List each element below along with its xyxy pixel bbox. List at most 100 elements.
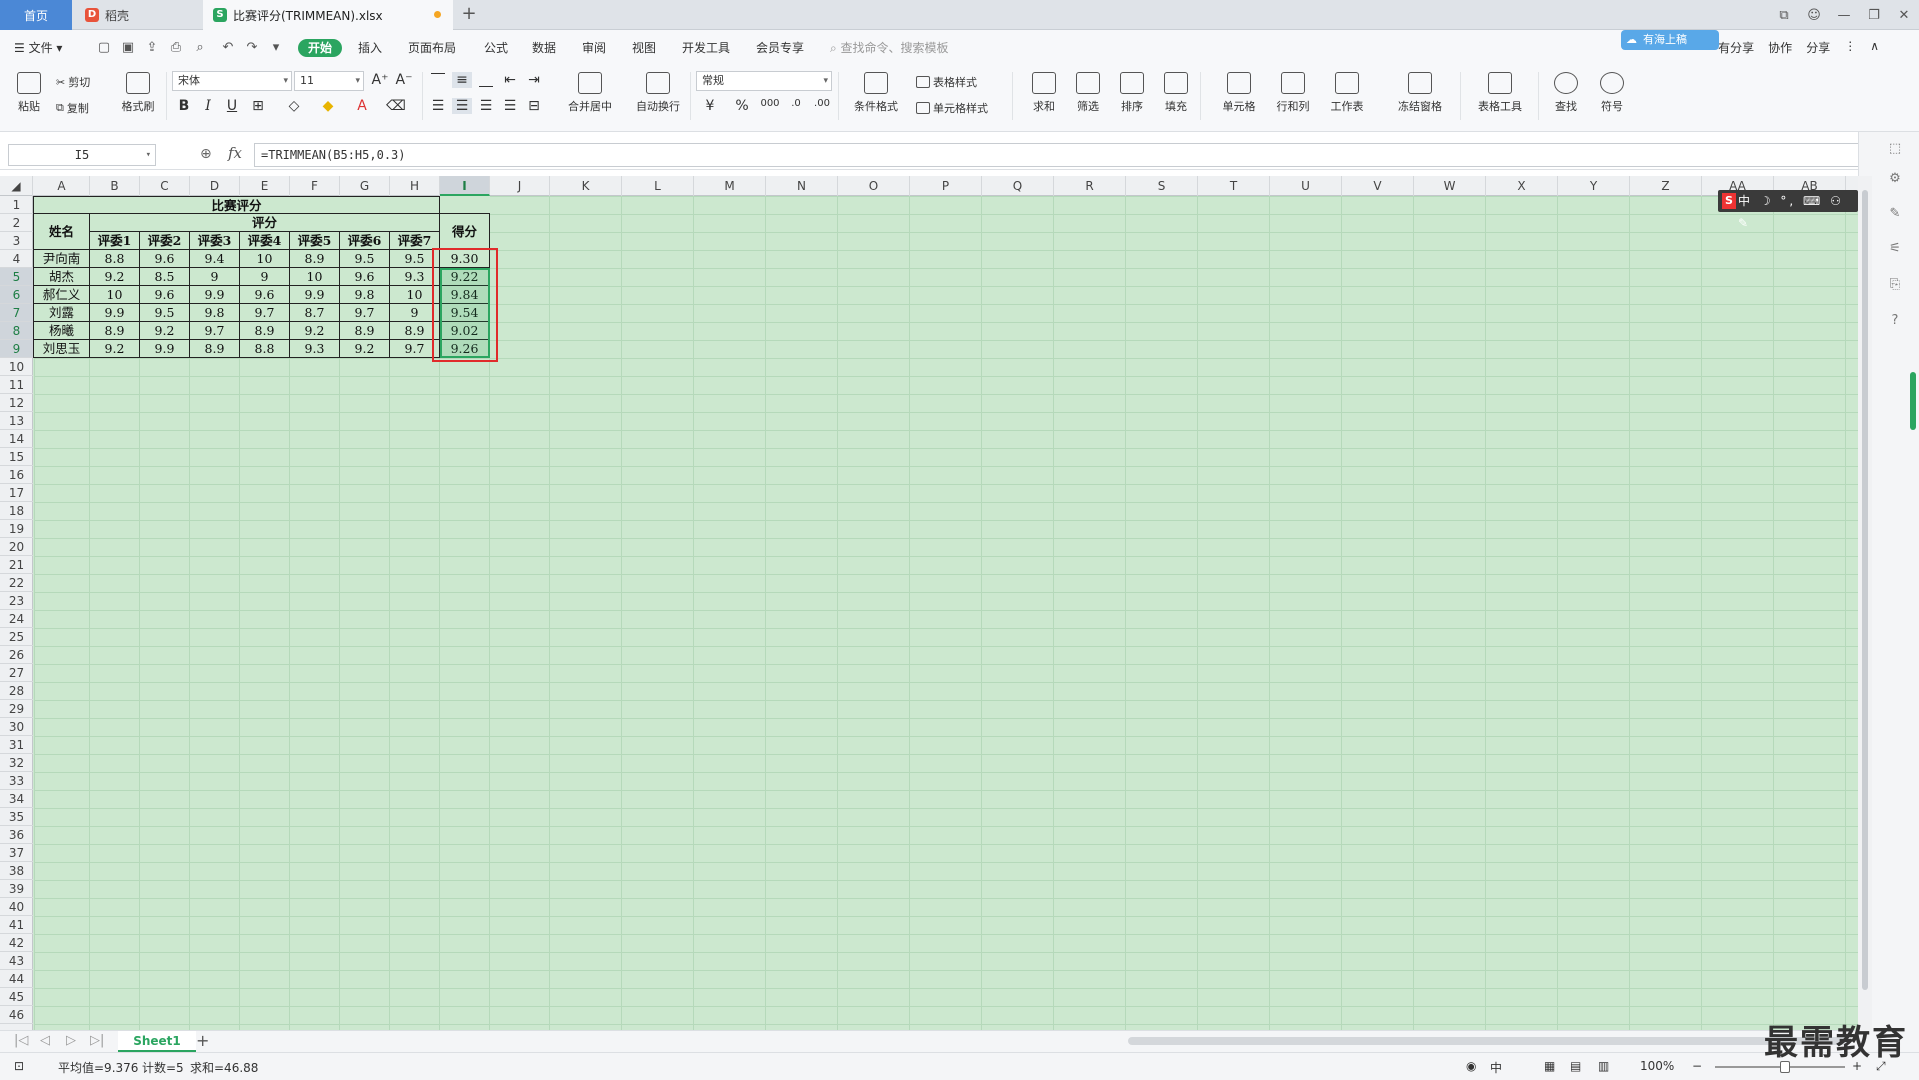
row-header-12[interactable]: 12 — [0, 394, 33, 412]
paste-button[interactable]: 粘贴 — [12, 72, 46, 114]
column-header-w[interactable]: W — [1414, 176, 1486, 196]
restore-icon[interactable]: ❐ — [1859, 8, 1889, 23]
menu-developer[interactable]: 开发工具 — [682, 39, 730, 57]
cell-i1[interactable] — [440, 196, 490, 214]
contestant-name-cell[interactable]: 刘思玉 — [34, 340, 90, 358]
row-header-45[interactable]: 45 — [0, 988, 33, 1006]
sheet-tab-sheet1[interactable]: Sheet1 — [118, 1031, 196, 1052]
zoom-formula-icon[interactable]: ⊕ — [200, 146, 212, 162]
first-sheet-icon[interactable]: |◁ — [14, 1033, 28, 1048]
table-tools-button[interactable]: 表格工具 — [1470, 72, 1530, 114]
row-header-11[interactable]: 11 — [0, 376, 33, 394]
score-cell[interactable]: 8.9 — [190, 340, 240, 358]
increase-font-icon[interactable]: A⁺ — [370, 72, 390, 88]
column-header-j[interactable]: J — [490, 176, 550, 196]
row-header-19[interactable]: 19 — [0, 520, 33, 538]
column-header-b[interactable]: B — [90, 176, 140, 196]
score-cell[interactable]: 9.6 — [140, 250, 190, 268]
row-header-29[interactable]: 29 — [0, 700, 33, 718]
row-header-18[interactable]: 18 — [0, 502, 33, 520]
row-header-40[interactable]: 40 — [0, 898, 33, 916]
judge-header-cell[interactable]: 评委2 — [140, 232, 190, 250]
row-header-16[interactable]: 16 — [0, 466, 33, 484]
row-header-27[interactable]: 27 — [0, 664, 33, 682]
add-sheet-button[interactable]: + — [196, 1031, 209, 1050]
italic-icon[interactable]: I — [198, 98, 218, 114]
score-cell[interactable]: 8.9 — [240, 322, 290, 340]
score-cell[interactable]: 9.6 — [140, 286, 190, 304]
score-cell[interactable]: 9.2 — [90, 340, 140, 358]
sum-button[interactable]: 求和 — [1026, 72, 1062, 114]
row-header-35[interactable]: 35 — [0, 808, 33, 826]
align-bottom-icon[interactable]: ⎽ — [476, 72, 496, 88]
filter-button[interactable]: 筛选 — [1070, 72, 1106, 114]
align-center-icon[interactable]: ☰ — [452, 98, 472, 114]
row-header-5[interactable]: 5 — [0, 268, 33, 286]
freeze-button[interactable]: 冻结窗格 — [1390, 72, 1450, 114]
menu-start[interactable]: 开始 — [298, 39, 343, 57]
zoom-level[interactable]: 100% — [1640, 1059, 1674, 1073]
row-header-17[interactable]: 17 — [0, 484, 33, 502]
column-header-r[interactable]: R — [1054, 176, 1126, 196]
preview-icon[interactable]: ⌕ — [192, 40, 208, 56]
file-menu[interactable]: ☰ 文件 ▾ — [14, 39, 62, 57]
row-header-26[interactable]: 26 — [0, 646, 33, 664]
decrease-font-icon[interactable]: A⁻ — [394, 72, 414, 88]
quick-access-dropdown-icon[interactable]: ▾ — [268, 40, 284, 56]
column-header-h[interactable]: H — [390, 176, 440, 196]
contestant-name-cell[interactable]: 胡杰 — [34, 268, 90, 286]
row-header-37[interactable]: 37 — [0, 844, 33, 862]
thousands-icon[interactable]: 000 — [760, 98, 780, 109]
row-header-9[interactable]: 9 — [0, 340, 33, 358]
redo-icon[interactable]: ↷ — [244, 40, 260, 56]
column-header-q[interactable]: Q — [982, 176, 1054, 196]
column-header-x[interactable]: X — [1486, 176, 1558, 196]
score-cell[interactable]: 8.8 — [90, 250, 140, 268]
score-cell[interactable]: 9.2 — [340, 340, 390, 358]
score-cell[interactable]: 9.9 — [190, 286, 240, 304]
row-header-44[interactable]: 44 — [0, 970, 33, 988]
row-header-25[interactable]: 25 — [0, 628, 33, 646]
row-header-41[interactable]: 41 — [0, 916, 33, 934]
prev-sheet-icon[interactable]: ◁ — [40, 1033, 50, 1048]
clear-format-icon[interactable]: ◇ — [284, 98, 304, 114]
judge-header-cell[interactable]: 评委4 — [240, 232, 290, 250]
underline-icon[interactable]: U — [222, 98, 242, 114]
indent-increase-icon[interactable]: ⇥ — [524, 72, 544, 88]
tab-home[interactable]: 首页 — [0, 0, 72, 30]
eye-protect-icon[interactable]: ◉ — [1466, 1059, 1476, 1073]
row-col-button[interactable]: 行和列 — [1270, 72, 1316, 114]
column-header-v[interactable]: V — [1342, 176, 1414, 196]
row-header-30[interactable]: 30 — [0, 718, 33, 736]
row-header-3[interactable]: 3 — [0, 232, 33, 250]
fill-button[interactable]: 填充 — [1158, 72, 1194, 114]
symbol-button[interactable]: 符号 — [1594, 72, 1630, 114]
judge-header-cell[interactable]: 评委6 — [340, 232, 390, 250]
find-button[interactable]: 查找 — [1548, 72, 1584, 114]
cloud-status[interactable]: 有分享 — [1718, 39, 1754, 56]
new-tab-button[interactable]: + — [458, 4, 480, 26]
column-header-g[interactable]: G — [340, 176, 390, 196]
currency-icon[interactable]: ¥ — [700, 98, 720, 114]
score-cell[interactable]: 9.9 — [90, 304, 140, 322]
collapse-ribbon-icon[interactable]: ∧ — [1870, 39, 1879, 56]
side-tools-icon[interactable]: ✎ — [1886, 205, 1904, 223]
score-cell[interactable]: 9.5 — [340, 250, 390, 268]
column-header-e[interactable]: E — [240, 176, 290, 196]
row-header-34[interactable]: 34 — [0, 790, 33, 808]
indent-decrease-icon[interactable]: ⇤ — [500, 72, 520, 88]
tab-file[interactable]: S 比赛评分(TRIMMEAN).xlsx — [203, 0, 453, 30]
menu-page-layout[interactable]: 页面布局 — [408, 39, 456, 57]
row-header-46[interactable]: 46 — [0, 1006, 33, 1024]
menu-formula[interactable]: 公式 — [484, 39, 508, 57]
contestant-name-cell[interactable]: 尹向南 — [34, 250, 90, 268]
last-sheet-icon[interactable]: ▷| — [90, 1033, 104, 1048]
column-header-k[interactable]: K — [550, 176, 622, 196]
row-header-15[interactable]: 15 — [0, 448, 33, 466]
score-cell[interactable]: 9 — [190, 268, 240, 286]
font-color-icon[interactable]: A — [352, 98, 372, 114]
wrap-text-button[interactable]: 自动换行 — [628, 72, 688, 114]
row-header-39[interactable]: 39 — [0, 880, 33, 898]
decrease-decimal-icon[interactable]: .00 — [812, 98, 832, 109]
font-name-select[interactable]: 宋体 — [172, 71, 292, 91]
